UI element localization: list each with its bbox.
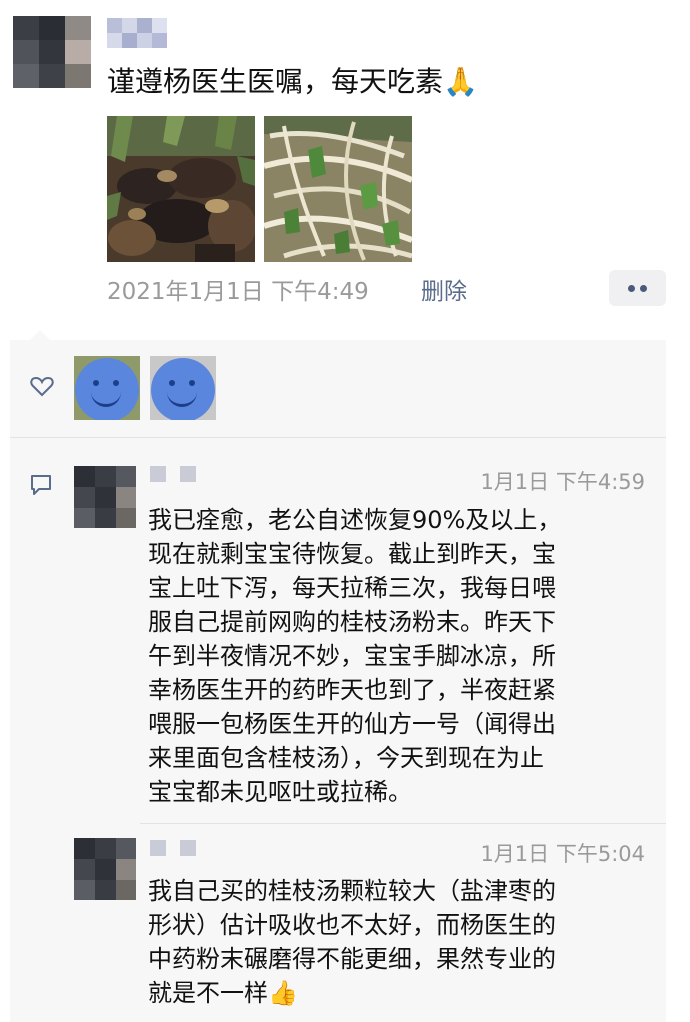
- commenter-name[interactable]: [150, 466, 196, 482]
- comment-line: 中药粉末碾磨得不能更细，果然专业的: [148, 945, 556, 973]
- comment-line: 现在就剩宝宝待恢复。截止到昨天，宝: [148, 540, 556, 568]
- comment-line: 形状）估计吸收也不太好，而杨医生的: [148, 911, 556, 939]
- comment-body: 我已痊愈，老公自述恢复90%及以上， 现在就剩宝宝待恢复。截止到昨天，宝 宝上吐…: [148, 503, 561, 809]
- comment-line: 喂服一包杨医生开的仙方一号（闻得出: [148, 710, 556, 738]
- comment-line: 我自己买的桂枝汤颗粒较大（盐津枣的: [148, 877, 556, 905]
- comment-line: 我已痊愈，老公自述恢复90%及以上，: [148, 506, 562, 534]
- commenter-avatar[interactable]: [74, 466, 136, 528]
- comment-line: 宝上吐下泻，每天拉稀三次，我每日喂: [148, 574, 556, 602]
- post-photo-bean-sprouts[interactable]: [264, 116, 412, 262]
- post-date: 2021年1月1日 下午4:49: [107, 279, 369, 305]
- commenter-avatar[interactable]: [74, 838, 136, 900]
- comment-line: 就是不一样👍: [148, 979, 298, 1007]
- delete-link[interactable]: 删除: [421, 272, 467, 306]
- like-avatar[interactable]: [150, 356, 216, 420]
- comment-line: 午到半夜情况不妙，宝宝手脚冰凉，所: [148, 642, 556, 670]
- comment-time: 1月1日 下午5:04: [480, 842, 645, 866]
- post-text: 谨遵杨医生医嘱，每天吃素🙏: [107, 65, 478, 98]
- more-button[interactable]: [609, 270, 666, 306]
- heart-icon: [30, 375, 54, 397]
- like-avatar[interactable]: [74, 356, 140, 420]
- post-photo-eggplant[interactable]: [107, 116, 255, 262]
- comment-line: 幸杨医生开的药昨天也到了，半夜赶紧: [148, 676, 556, 704]
- panel-caret: [30, 330, 50, 340]
- poster-name[interactable]: [107, 18, 167, 48]
- comment-line: 宝宝都未见呕吐或拉稀。: [148, 778, 412, 806]
- comment-icon: [30, 474, 52, 496]
- commenter-name[interactable]: [150, 840, 196, 856]
- comment-line: 服自己提前网购的桂枝汤粉末。昨天下: [148, 608, 556, 636]
- comment-line: 来里面包含桂枝汤），今天到现在为止: [148, 744, 544, 772]
- comment-divider: [140, 823, 666, 824]
- comment-body: 我自己买的桂枝汤颗粒较大（盐津枣的 形状）估计吸收也不太好，而杨医生的 中药粉末…: [148, 874, 556, 1010]
- comment-time: 1月1日 下午4:59: [480, 470, 645, 494]
- avatar[interactable]: [13, 16, 91, 88]
- panel-divider: [10, 437, 666, 438]
